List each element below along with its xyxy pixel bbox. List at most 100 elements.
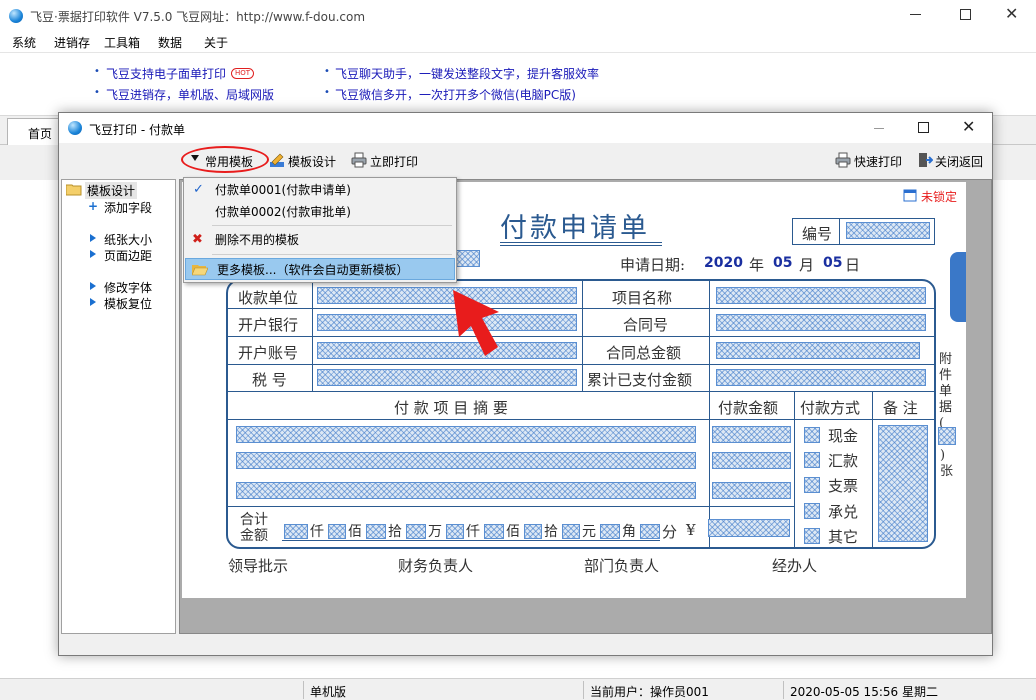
checkbox-cash[interactable] xyxy=(804,427,820,443)
amount-field-3[interactable] xyxy=(712,482,791,499)
number-box: 编号 xyxy=(792,218,935,245)
tree-root-template-design[interactable]: 模板设计 xyxy=(85,182,138,199)
method-check: 支票 xyxy=(828,477,859,495)
status-user: 当前用户：操作员001 xyxy=(590,685,709,699)
partial-field[interactable] xyxy=(456,250,480,267)
templates-dropdown-menu: ✓ 付款单0001(付款申请单) 付款单0002(付款审批单) ✖ 删除不用的模… xyxy=(183,177,457,283)
dialog-maximize-button[interactable] xyxy=(918,122,929,133)
triangle-right-icon xyxy=(90,282,96,290)
print-now-button[interactable]: 立即打印 xyxy=(349,149,421,173)
method-cash: 现金 xyxy=(828,427,859,445)
dialog-minimize-button[interactable] xyxy=(874,128,884,129)
sig-leader: 领导批示 xyxy=(228,557,289,575)
header-remark: 备 注 xyxy=(883,399,918,417)
label-tax-no: 税 号 xyxy=(252,371,287,389)
menu-data[interactable]: 数据 xyxy=(158,34,182,51)
maximize-button[interactable] xyxy=(960,9,971,20)
paid-total-field[interactable] xyxy=(716,369,926,386)
minimize-button[interactable] xyxy=(910,14,921,15)
date-day[interactable]: 05 xyxy=(823,255,842,271)
ad-link-label-print[interactable]: 飞豆支持电子面单打印 xyxy=(106,65,226,82)
lock-status[interactable]: 未锁定 xyxy=(921,188,957,205)
tree-page-margin[interactable]: 页面边距 xyxy=(104,247,152,264)
attachment-count-field[interactable] xyxy=(938,427,956,445)
summary-field-1[interactable] xyxy=(236,426,696,443)
statusbar: 单机版 当前用户：操作员001 2020-05-05 15:56 星期二 xyxy=(0,678,1036,700)
status-mode: 单机版 xyxy=(310,685,347,699)
method-acceptance: 承兑 xyxy=(828,503,859,521)
quick-print-button[interactable]: 快速打印 xyxy=(835,149,907,173)
contract-no-field[interactable] xyxy=(716,314,926,331)
attachment-note-bottom: )张 xyxy=(940,448,954,479)
voucher-title: 付款申请单 xyxy=(500,213,650,244)
folder-icon xyxy=(66,184,82,196)
main-title-bar: 飞豆·票据打印软件 V7.5.0 飞豆网址：http://www.f-dou.c… xyxy=(0,0,1036,32)
menubar: 系统 进销存 工具箱 数据 关于 xyxy=(0,32,1036,52)
menu-template-0002[interactable]: 付款单0002(付款审批单) xyxy=(184,201,454,223)
close-return-button[interactable]: 关闭返回 xyxy=(917,149,991,173)
red-arrow-annotation xyxy=(453,290,499,356)
tree-add-field[interactable]: 添加字段 xyxy=(104,199,152,216)
tree-paper-size[interactable]: 纸张大小 xyxy=(104,231,152,248)
header-pay-amount: 付款金额 xyxy=(718,399,779,417)
menu-template-0001[interactable]: ✓ 付款单0001(付款申请单) xyxy=(184,179,454,201)
amount-field-2[interactable] xyxy=(712,452,791,469)
plus-icon: + xyxy=(88,199,99,213)
unit-fen: 分 xyxy=(662,523,678,541)
tax-no-field[interactable] xyxy=(317,369,577,386)
templates-dropdown-button[interactable]: 常用模板 xyxy=(181,146,269,173)
tree-reset-template[interactable]: 模板复位 xyxy=(104,295,152,312)
template-design-button[interactable]: 模板设计 xyxy=(267,149,339,173)
sig-handler: 经办人 xyxy=(772,557,818,575)
calendar-lock-icon[interactable] xyxy=(903,188,917,202)
checkbox-check[interactable] xyxy=(804,477,820,493)
contract-total-field[interactable] xyxy=(716,342,920,359)
dialog-title-bar: 飞豆打印 - 付款单 ✕ xyxy=(59,113,992,143)
printer-icon xyxy=(835,152,851,168)
project-name-field[interactable] xyxy=(716,287,926,304)
menu-delete-unused[interactable]: ✖ 删除不用的模板 xyxy=(184,229,454,251)
dialog-title: 飞豆打印 - 付款单 xyxy=(89,123,185,137)
print-dialog: 飞豆打印 - 付款单 ✕ 常用模板 模板设计 立即打印 快速打印 关闭返回 模板… xyxy=(58,112,993,656)
menu-system[interactable]: 系统 xyxy=(12,34,36,51)
triangle-right-icon xyxy=(90,250,96,258)
checkbox-other[interactable] xyxy=(804,528,820,544)
summary-field-2[interactable] xyxy=(236,452,696,469)
red-highlight-ellipse xyxy=(181,146,269,173)
label-payee: 收款单位 xyxy=(238,289,299,307)
date-year[interactable]: 2020 xyxy=(704,255,743,271)
dialog-close-button[interactable]: ✕ xyxy=(962,117,975,136)
method-other: 其它 xyxy=(828,528,859,546)
ad-link-chat[interactable]: 飞豆聊天助手，一键发送整段文字，提升客服效率 xyxy=(335,65,599,82)
summary-field-3[interactable] xyxy=(236,482,696,499)
menu-toolbox[interactable]: 工具箱 xyxy=(104,34,140,51)
close-button[interactable]: ✕ xyxy=(1005,4,1018,23)
header-pay-method: 付款方式 xyxy=(800,399,861,417)
label-bank: 开户银行 xyxy=(238,316,299,334)
method-remit: 汇款 xyxy=(828,452,859,470)
exit-door-icon xyxy=(919,153,933,167)
amount-field-1[interactable] xyxy=(712,426,791,443)
ad-panel: • 飞豆支持电子面单打印 HOT • 飞豆进销存，单机版、局域网版 • 飞豆聊天… xyxy=(94,65,600,103)
menu-inventory[interactable]: 进销存 xyxy=(54,34,90,51)
sig-dept: 部门负责人 xyxy=(584,557,660,575)
hot-badge: HOT xyxy=(231,68,255,79)
triangle-right-icon xyxy=(90,234,96,242)
folder-open-icon xyxy=(192,265,208,276)
total-amount-field[interactable] xyxy=(708,519,790,537)
header-summary: 付 款 项 目 摘 要 xyxy=(394,399,508,417)
tree-change-font[interactable]: 修改字体 xyxy=(104,279,152,296)
remark-field[interactable] xyxy=(878,425,928,542)
menu-more-templates[interactable]: 更多模板...（软件会自动更新模板） xyxy=(185,258,455,280)
ad-link-inventory[interactable]: 飞豆进销存，单机版、局域网版 xyxy=(106,86,274,103)
ad-link-wechat[interactable]: 飞豆微信多开，一次打开多个微信(电脑PC版) xyxy=(335,86,576,103)
label-contract-no: 合同号 xyxy=(623,316,669,334)
delete-x-icon: ✖ xyxy=(192,232,203,247)
label-contract-total: 合同总金额 xyxy=(606,344,682,362)
checkbox-acceptance[interactable] xyxy=(804,503,820,519)
checkbox-remit[interactable] xyxy=(804,452,820,468)
printer-icon xyxy=(351,152,367,168)
date-month[interactable]: 05 xyxy=(773,255,792,271)
number-field[interactable] xyxy=(846,222,930,239)
menu-about[interactable]: 关于 xyxy=(204,34,228,51)
